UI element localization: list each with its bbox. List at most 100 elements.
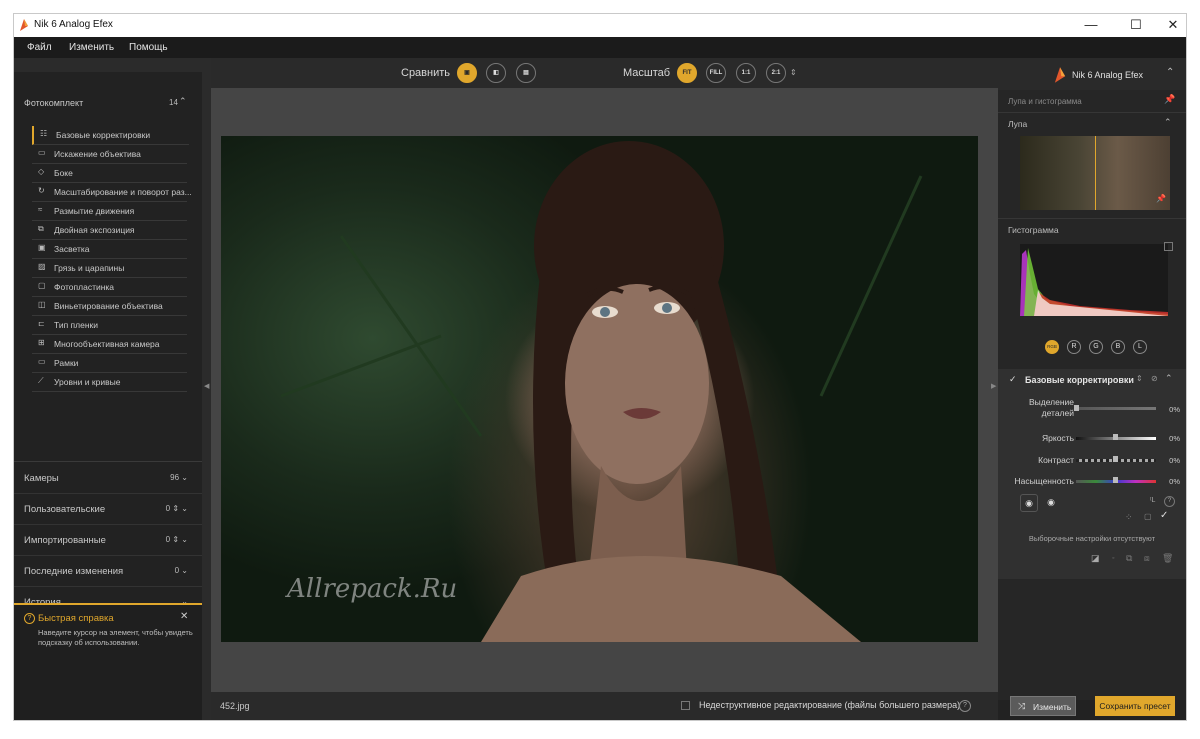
- chevron-up-icon[interactable]: ⌃: [179, 96, 187, 107]
- clipping-toggle[interactable]: [1164, 242, 1173, 251]
- preview-image[interactable]: Allrepack.Ru: [221, 136, 978, 642]
- menu-edit[interactable]: Изменить: [69, 42, 114, 53]
- filter-item-double-exposure[interactable]: ⧉ Двойная экспозиция: [32, 221, 187, 240]
- filter-item-vignette[interactable]: ◫ Виньетирование объектива: [32, 297, 187, 316]
- section-imported[interactable]: Импортированные 0 ⇕ ⌄: [14, 524, 202, 556]
- loupe-header[interactable]: Лупа: [1008, 119, 1027, 129]
- zoom-2-1-button[interactable]: 2:1: [766, 63, 786, 83]
- mask-icon[interactable]: ▢: [1144, 512, 1152, 521]
- maximize-button[interactable]: ☐: [1121, 16, 1151, 34]
- nondestructive-checkbox[interactable]: [681, 701, 690, 710]
- histogram-header[interactable]: Гистограмма: [1008, 225, 1059, 235]
- compare-split-icon[interactable]: ▣: [457, 63, 477, 83]
- chevron-down-icon: ⌄: [181, 566, 188, 575]
- slider-detail[interactable]: Выделение деталей 0%: [998, 396, 1186, 422]
- apply-check-icon[interactable]: ✓: [1160, 510, 1168, 521]
- right-panel-splitter[interactable]: ▶: [989, 58, 998, 720]
- help-icon: ?: [24, 613, 35, 624]
- hist-l-button[interactable]: L: [1133, 340, 1147, 354]
- chevron-down-icon: ⌄: [181, 473, 188, 482]
- slider-brightness[interactable]: Яркость 0%: [998, 431, 1186, 451]
- section-count: 0: [165, 504, 171, 513]
- copy-icon[interactable]: ⧉: [1126, 553, 1132, 564]
- slider-knob[interactable]: [1113, 434, 1118, 440]
- chevron-up-icon[interactable]: ⌃: [1165, 373, 1173, 384]
- filter-item-lens-distortion[interactable]: ▭ Искажение объектива: [32, 145, 187, 164]
- hist-rgb-button[interactable]: RGB: [1045, 340, 1059, 354]
- filter-item-dust-scratches[interactable]: ▨ Грязь и царапины: [32, 259, 187, 278]
- filter-item-label: Двойная экспозиция: [54, 225, 135, 235]
- filter-item-label: Размытие движения: [54, 206, 135, 216]
- save-preset-button[interactable]: Сохранить пресет: [1095, 696, 1175, 716]
- pin-icon[interactable]: 📌: [1164, 94, 1175, 105]
- close-button[interactable]: ✕: [1158, 16, 1186, 34]
- menu-file[interactable]: Файл: [27, 42, 52, 53]
- collapse-right-icon[interactable]: ▶: [991, 382, 996, 390]
- menu-help[interactable]: Помощь: [129, 42, 168, 53]
- zoom-fit-button[interactable]: FIT: [677, 63, 697, 83]
- section-count: 96: [170, 473, 180, 482]
- section-custom[interactable]: Пользовательские 0 ⇕ ⌄: [14, 493, 202, 525]
- histogram-chart: [1020, 244, 1168, 316]
- slider-label: Выделение деталей: [1028, 397, 1074, 418]
- collapse-left-icon[interactable]: ◀: [204, 382, 209, 390]
- photokit-count: 14: [169, 98, 178, 107]
- slider-saturation[interactable]: Насыщенность 0%: [998, 474, 1186, 494]
- control-point-icon[interactable]: ◉: [1020, 494, 1038, 512]
- left-panel-splitter[interactable]: ◀: [202, 58, 211, 720]
- slider-label: Насыщенность: [1014, 476, 1074, 486]
- filter-item-motion-blur[interactable]: ≈ Размытие движения: [32, 202, 187, 221]
- filter-item-multi-lens[interactable]: ⊞ Многообъективная камера: [32, 335, 187, 354]
- help-icon[interactable]: ?: [959, 700, 971, 712]
- brush-icon[interactable]: ⁘: [1125, 512, 1133, 523]
- filter-item-wet-plate[interactable]: ▢ Фотопластинка: [32, 278, 187, 297]
- product-name: Nik 6 Analog Efex: [1072, 70, 1144, 80]
- slider-knob[interactable]: [1113, 456, 1118, 462]
- filter-item-label: Уровни и кривые: [54, 377, 121, 387]
- hist-b-button[interactable]: B: [1111, 340, 1125, 354]
- pin-icon[interactable]: 📌: [1156, 194, 1166, 203]
- filename-label: 452.jpg: [220, 701, 250, 711]
- filter-item-levels-curves[interactable]: ⟋ Уровни и кривые: [32, 373, 187, 392]
- filter-item-light-leak[interactable]: ▣ Засветка: [32, 240, 187, 259]
- photokit-header[interactable]: Фотокомплект: [24, 98, 83, 108]
- slider-knob[interactable]: [1074, 405, 1079, 411]
- scale-label: Масштаб: [623, 67, 671, 79]
- slider-contrast[interactable]: Контраст 0%: [998, 453, 1186, 473]
- light-leak-icon: ▣: [38, 243, 46, 252]
- zoom-stepper-icon[interactable]: ⇕: [790, 68, 797, 77]
- reorder-icon[interactable]: ⇕: [1136, 374, 1143, 383]
- reset-icon[interactable]: ⊘: [1151, 374, 1158, 383]
- filter-item-basic[interactable]: ☷ Базовые корректировки: [32, 126, 189, 145]
- help-icon[interactable]: ?: [1164, 496, 1175, 507]
- enable-checkbox[interactable]: ✓: [1009, 374, 1017, 385]
- compare-original-icon[interactable]: ▤: [516, 63, 536, 83]
- eye-icon[interactable]: ◉: [1043, 494, 1059, 510]
- section-cameras[interactable]: Камеры 96 ⌄: [14, 462, 202, 494]
- collapse-icon[interactable]: ⌃: [1166, 67, 1174, 78]
- chevron-up-icon[interactable]: ⌃: [1164, 117, 1172, 128]
- filter-item-film-type[interactable]: ⊏ Тип пленки: [32, 316, 187, 335]
- hist-g-button[interactable]: G: [1089, 340, 1103, 354]
- close-icon[interactable]: ✕: [180, 611, 188, 622]
- filter-item-frames[interactable]: ▭ Рамки: [32, 354, 187, 373]
- slider-knob[interactable]: [1113, 477, 1118, 483]
- section-recent[interactable]: Последние изменения 0 ⌄: [14, 555, 202, 587]
- curve-icon[interactable]: ◪: [1091, 553, 1100, 564]
- loupe-preview[interactable]: 📌: [1020, 136, 1170, 210]
- film-type-icon: ⊏: [38, 319, 45, 328]
- section-count: 0: [165, 535, 171, 544]
- paste-icon[interactable]: ⧈: [1144, 553, 1150, 564]
- hist-r-button[interactable]: R: [1067, 340, 1081, 354]
- zoom-1-1-button[interactable]: 1:1: [736, 63, 756, 83]
- add-point-icon[interactable]: ◦: [1112, 555, 1114, 562]
- filter-item-bokeh[interactable]: ◇ Боке: [32, 164, 187, 183]
- change-button[interactable]: ⤨ Изменить: [1010, 696, 1076, 716]
- eyedropper-icon[interactable]: ᵗL: [1150, 497, 1155, 504]
- slider-track[interactable]: [1076, 407, 1156, 410]
- delete-icon[interactable]: 🗑: [1162, 553, 1173, 564]
- zoom-fill-button[interactable]: FILL: [706, 63, 726, 83]
- compare-side-by-side-icon[interactable]: ◧: [486, 63, 506, 83]
- minimize-button[interactable]: —: [1076, 16, 1106, 34]
- filter-item-zoom-rotate[interactable]: ↻ Масштабирование и поворот раз...: [32, 183, 192, 202]
